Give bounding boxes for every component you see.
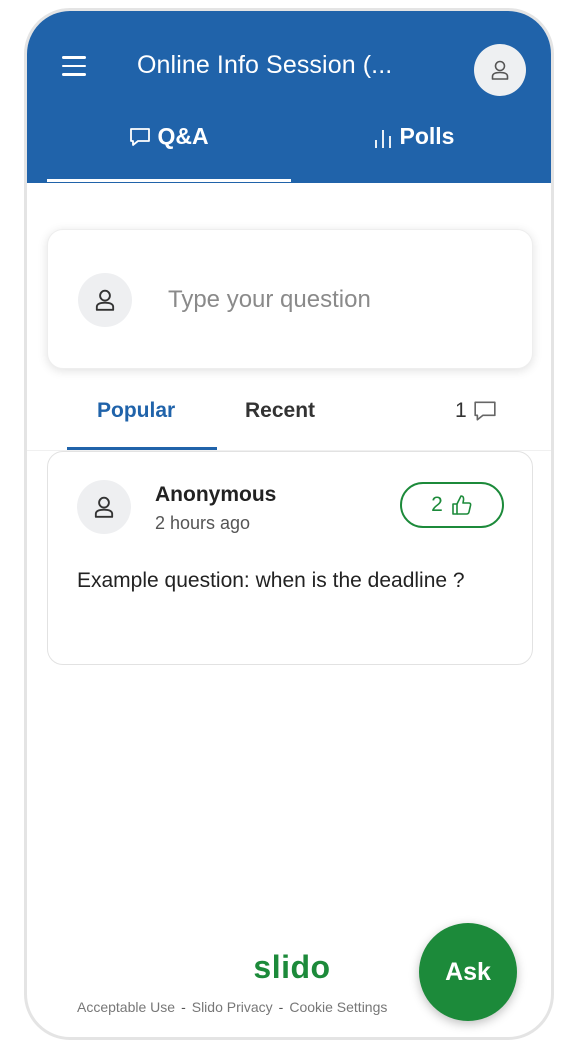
sort-recent-tab[interactable]: Recent (245, 399, 315, 423)
main-tabs: Q&A Polls (27, 123, 551, 183)
tab-qa[interactable]: Q&A (47, 123, 291, 183)
question-input-placeholder[interactable]: Type your question (168, 286, 371, 314)
sort-popular-tab[interactable]: Popular (97, 399, 175, 423)
ask-button[interactable]: Ask (419, 923, 517, 1021)
app-header: Online Info Session (... Q&A Polls (27, 11, 551, 183)
ask-avatar (78, 273, 132, 327)
tab-polls-label: Polls (399, 123, 455, 149)
question-text: Example question: when is the deadline ? (77, 569, 465, 592)
thumbs-up-icon (451, 494, 473, 516)
link-acceptable-use[interactable]: Acceptable Use (77, 999, 175, 1015)
hamburger-menu-icon[interactable] (62, 56, 86, 76)
footer-links: Acceptable Use - Slido Privacy - Cookie Sett… (77, 999, 387, 1015)
speech-bubble-icon (473, 400, 497, 422)
profile-avatar-button[interactable] (474, 44, 526, 96)
user-icon (95, 289, 115, 311)
link-slido-privacy[interactable]: Slido Privacy (192, 999, 273, 1015)
question-count-value: 1 (455, 399, 467, 422)
question-input-card[interactable]: Type your question (47, 229, 533, 369)
event-title[interactable]: Online Info Session (... (137, 51, 392, 80)
sort-active-indicator (67, 447, 217, 450)
footer-separator: - (278, 999, 284, 1015)
phone-frame: Online Info Session (... Q&A Polls Type … (24, 8, 554, 1040)
link-cookie-settings[interactable]: Cookie Settings (289, 999, 387, 1015)
speech-bubble-icon (129, 127, 151, 147)
user-icon (491, 60, 509, 80)
question-card[interactable]: Anonymous 2 hours ago 2 Example question… (47, 451, 533, 665)
active-tab-indicator (47, 179, 291, 182)
upvote-button[interactable]: 2 (400, 482, 504, 528)
tab-polls[interactable]: Polls (291, 123, 535, 183)
user-icon (94, 496, 114, 518)
tab-qa-label: Q&A (157, 123, 209, 149)
bar-chart-icon (372, 127, 394, 149)
footer-separator: - (181, 999, 186, 1015)
question-author-avatar (77, 480, 131, 534)
question-author: Anonymous (155, 483, 277, 506)
vote-count: 2 (431, 493, 443, 516)
question-count: 1 (455, 399, 497, 423)
question-time: 2 hours ago (155, 513, 251, 533)
